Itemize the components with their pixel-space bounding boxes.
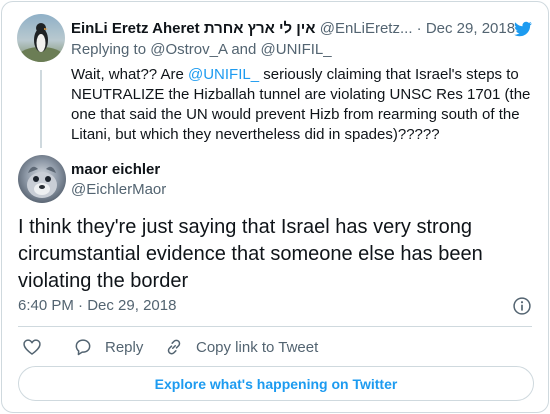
parent-tweet-text: Wait, what?? Are @UNIFIL_ seriously clai… bbox=[71, 65, 541, 145]
main-avatar[interactable] bbox=[18, 155, 66, 203]
tweet-embed-card: EinLi Eretz Aheret אין לי ארץ אחרת @EnLi… bbox=[1, 1, 549, 413]
replying-to-ostrov[interactable]: @Ostrov_A bbox=[150, 41, 227, 58]
thread-connector-line bbox=[40, 70, 42, 148]
info-icon[interactable] bbox=[512, 296, 532, 316]
reply-icon bbox=[75, 339, 91, 356]
parent-text-mention[interactable]: @UNIFIL_ bbox=[188, 66, 259, 83]
tweet-time[interactable]: 6:40 PM bbox=[18, 297, 74, 314]
heart-icon bbox=[23, 339, 41, 355]
parent-handle[interactable]: @EnLiEretz... bbox=[320, 20, 413, 37]
like-button[interactable] bbox=[22, 335, 42, 359]
replying-to-unifil[interactable]: @UNIFIL_ bbox=[261, 41, 332, 58]
actions-divider bbox=[18, 326, 532, 327]
reply-label: Reply bbox=[105, 338, 144, 356]
replying-to: Replying to @Ostrov_A and @UNIFIL_ bbox=[71, 40, 332, 60]
twitter-bird-icon[interactable] bbox=[512, 20, 534, 38]
main-display-name[interactable]: maor eichler bbox=[71, 160, 160, 180]
tweet-date[interactable]: Dec 29, 2018 bbox=[87, 297, 176, 314]
copy-link-button[interactable]: Copy link to Tweet bbox=[164, 335, 318, 359]
replying-and: and bbox=[231, 41, 257, 58]
replying-prefix: Replying to bbox=[71, 41, 147, 58]
parent-header: EinLi Eretz Aheret אין לי ארץ אחרת @EnLi… bbox=[71, 19, 515, 39]
explore-twitter-button[interactable]: Explore what's happening on Twitter bbox=[18, 366, 534, 401]
main-tweet-text: I think they're just saying that Israel … bbox=[18, 216, 483, 292]
main-handle[interactable]: @EichlerMaor bbox=[71, 180, 166, 200]
parent-date[interactable]: Dec 29, 2018 bbox=[426, 20, 515, 37]
parent-separator: · bbox=[416, 20, 422, 37]
parent-text-before: Wait, what?? Are bbox=[71, 66, 188, 83]
reply-button[interactable]: Reply bbox=[73, 335, 143, 359]
copy-link-label: Copy link to Tweet bbox=[196, 338, 319, 356]
tweet-meta-separator: · bbox=[78, 297, 84, 314]
link-icon bbox=[167, 339, 181, 355]
parent-display-name[interactable]: EinLi Eretz Aheret אין לי ארץ אחרת bbox=[71, 20, 316, 37]
main-avatar-image bbox=[27, 166, 57, 198]
tweet-timestamp[interactable]: 6:40 PM · Dec 29, 2018 bbox=[18, 296, 176, 316]
parent-avatar[interactable] bbox=[17, 14, 65, 62]
parent-avatar-image bbox=[19, 23, 63, 62]
